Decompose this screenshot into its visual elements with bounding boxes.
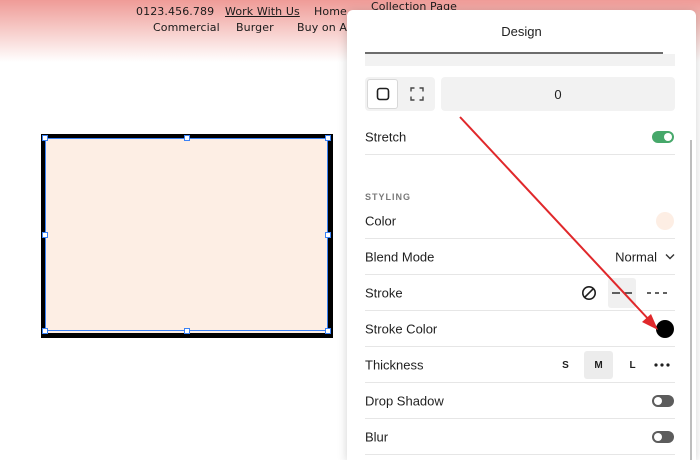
thickness-m-button[interactable]: M [584, 351, 613, 379]
square-corners-button[interactable] [367, 79, 398, 109]
stretch-label: Stretch [365, 129, 407, 144]
blur-toggle[interactable] [652, 430, 674, 443]
square-icon [376, 87, 389, 101]
stroke-color-label: Stroke Color [365, 321, 438, 336]
scrolled-field-remnant [365, 54, 675, 66]
dashed-line-icon [612, 292, 632, 294]
stroke-row: Stroke [365, 275, 675, 311]
color-label: Color [365, 213, 397, 228]
crop-corners-button[interactable] [401, 79, 432, 109]
shape-mode-toggle [365, 77, 435, 111]
thickness-row: Thickness S M L [365, 347, 675, 383]
blur-label: Blur [365, 429, 389, 444]
panel-title: Design [501, 23, 542, 39]
blend-mode-dropdown[interactable]: Normal [615, 249, 675, 264]
blend-mode-row: Blend Mode Normal [365, 239, 675, 275]
resize-handle-top-right[interactable] [325, 135, 331, 141]
value-input[interactable]: 0 [441, 77, 675, 111]
stroke-label: Stroke [365, 285, 403, 300]
fill-color-swatch[interactable] [656, 211, 674, 230]
stroke-color-row: Stroke Color [365, 311, 675, 347]
color-row: Color [365, 203, 675, 239]
nav-commercial-link[interactable]: Commercial [153, 21, 220, 34]
thickness-more-button[interactable] [647, 351, 676, 379]
drop-shadow-row: Drop Shadow [365, 383, 675, 419]
drop-shadow-toggle[interactable] [652, 394, 674, 407]
resize-handle-left[interactable] [42, 232, 48, 238]
thickness-options: S M L [551, 347, 675, 383]
dotted-line-icon [647, 292, 667, 294]
resize-handle-bottom-left[interactable] [42, 328, 48, 334]
blend-mode-label: Blend Mode [365, 249, 435, 264]
resize-handle-right[interactable] [325, 232, 331, 238]
stroke-color-swatch[interactable] [656, 319, 674, 338]
nav-burger-link[interactable]: Burger [236, 21, 274, 34]
more-dots-icon [653, 363, 670, 367]
no-stroke-icon [582, 286, 596, 300]
nav-phone-link[interactable]: 0123.456.789 [136, 5, 214, 18]
resize-handle-top[interactable] [184, 135, 190, 141]
design-panel: Design 0 Stretch STYLING Color Blend Mod… [347, 10, 696, 460]
stroke-none-button[interactable] [575, 278, 603, 308]
selection-outline [45, 138, 328, 331]
resize-handle-top-left[interactable] [42, 135, 48, 141]
drop-shadow-label: Drop Shadow [365, 393, 444, 408]
stretch-toggle[interactable] [652, 130, 674, 143]
corners-icon [409, 87, 424, 101]
thickness-label: Thickness [365, 357, 424, 372]
thickness-l-button[interactable]: L [618, 351, 647, 379]
stroke-dashed-button[interactable] [608, 278, 636, 308]
chevron-down-icon [665, 254, 675, 260]
styling-section-title: STYLING [365, 192, 412, 202]
nav-home-link[interactable]: Home [314, 5, 347, 18]
nav-work-with-us-link[interactable]: Work With Us [225, 5, 300, 18]
resize-handle-bottom-right[interactable] [325, 328, 331, 334]
thickness-s-button[interactable]: S [551, 351, 580, 379]
stroke-dotted-button[interactable] [643, 278, 671, 308]
stretch-row: Stretch [365, 119, 675, 155]
stroke-style-options [575, 275, 675, 311]
blend-mode-value: Normal [615, 249, 657, 264]
resize-handle-bottom[interactable] [184, 328, 190, 334]
blur-row: Blur [365, 419, 675, 455]
panel-scrollbar[interactable] [690, 140, 692, 460]
